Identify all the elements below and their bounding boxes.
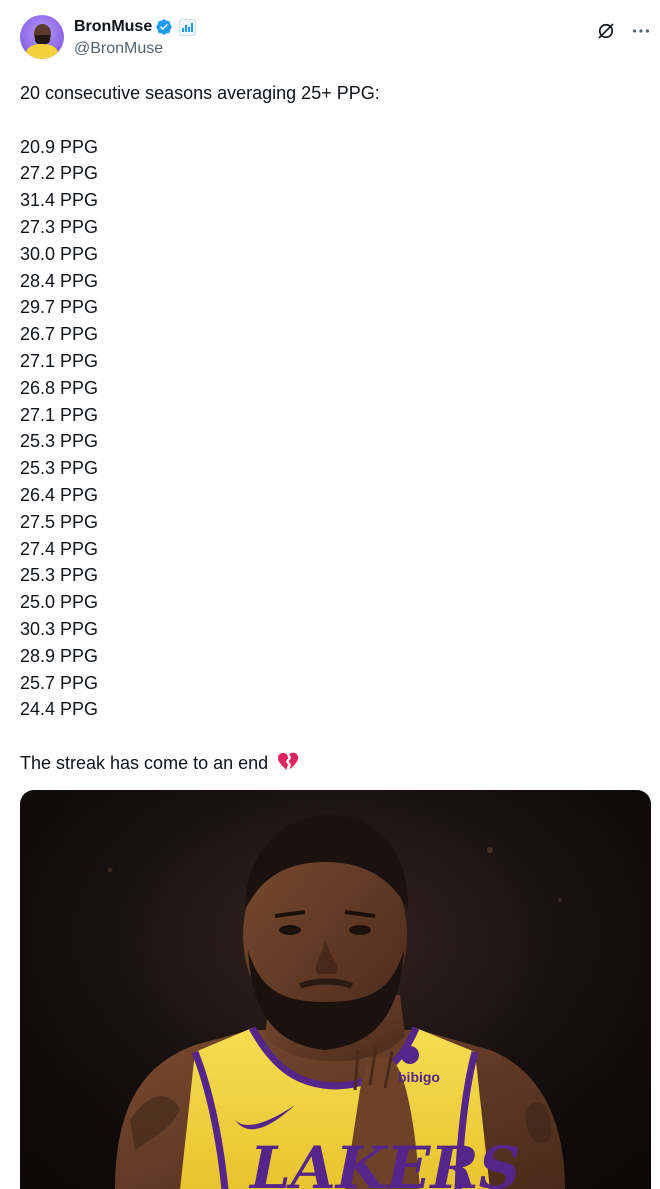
season-line: 25.3 PPG xyxy=(20,431,99,452)
jersey-lettering: LAKERS xyxy=(248,1134,521,1189)
tweet-text: 20 consecutive seasons averaging 25+ PPG… xyxy=(20,80,640,777)
season-line: 26.4 PPG xyxy=(20,484,99,505)
tweet-media-photo[interactable]: LAKERS bibigo xyxy=(20,790,651,1189)
season-line: 27.5 PPG xyxy=(20,511,99,532)
tweet-closing: The streak has come to an end xyxy=(20,750,640,777)
tweet-header: BronMuse @BronMuse xyxy=(20,15,650,63)
season-line: 30.0 PPG xyxy=(20,243,99,264)
season-line: 27.1 PPG xyxy=(20,404,99,425)
author-info: BronMuse @BronMuse xyxy=(74,16,197,58)
season-line: 25.3 PPG xyxy=(20,458,99,479)
season-line: 26.7 PPG xyxy=(20,324,99,345)
season-line: 27.4 PPG xyxy=(20,538,99,559)
season-list: 20.9 PPG 27.2 PPG 31.4 PPG 27.3 PPG 30.0… xyxy=(20,134,640,724)
tweet-intro: 20 consecutive seasons averaging 25+ PPG… xyxy=(20,83,380,103)
season-line: 24.4 PPG xyxy=(20,699,99,720)
more-options-icon[interactable] xyxy=(630,21,652,41)
season-line: 31.4 PPG xyxy=(20,190,99,211)
avatar[interactable] xyxy=(20,15,64,59)
broken-heart-icon xyxy=(278,752,299,770)
stats-chart-icon xyxy=(179,18,197,36)
player-photo: LAKERS bibigo xyxy=(20,790,651,1189)
season-line: 27.3 PPG xyxy=(20,216,99,237)
season-line: 20.9 PPG xyxy=(20,136,99,157)
display-name[interactable]: BronMuse xyxy=(74,18,152,36)
grok-icon[interactable] xyxy=(596,21,616,41)
season-line: 25.3 PPG xyxy=(20,565,99,586)
season-line: 28.4 PPG xyxy=(20,270,99,291)
handle[interactable]: @BronMuse xyxy=(74,40,196,58)
season-line: 28.9 PPG xyxy=(20,645,99,666)
season-line: 26.8 PPG xyxy=(20,377,99,398)
season-line: 25.0 PPG xyxy=(20,592,99,613)
closing-text: The streak has come to an end xyxy=(20,752,269,773)
season-line: 27.2 PPG xyxy=(20,163,99,184)
sponsor-patch: bibigo xyxy=(398,1069,440,1085)
verified-badge-icon xyxy=(156,19,172,35)
season-line: 25.7 PPG xyxy=(20,672,99,693)
season-line: 30.3 PPG xyxy=(20,618,99,639)
season-line: 27.1 PPG xyxy=(20,350,99,371)
season-line: 29.7 PPG xyxy=(20,297,99,318)
